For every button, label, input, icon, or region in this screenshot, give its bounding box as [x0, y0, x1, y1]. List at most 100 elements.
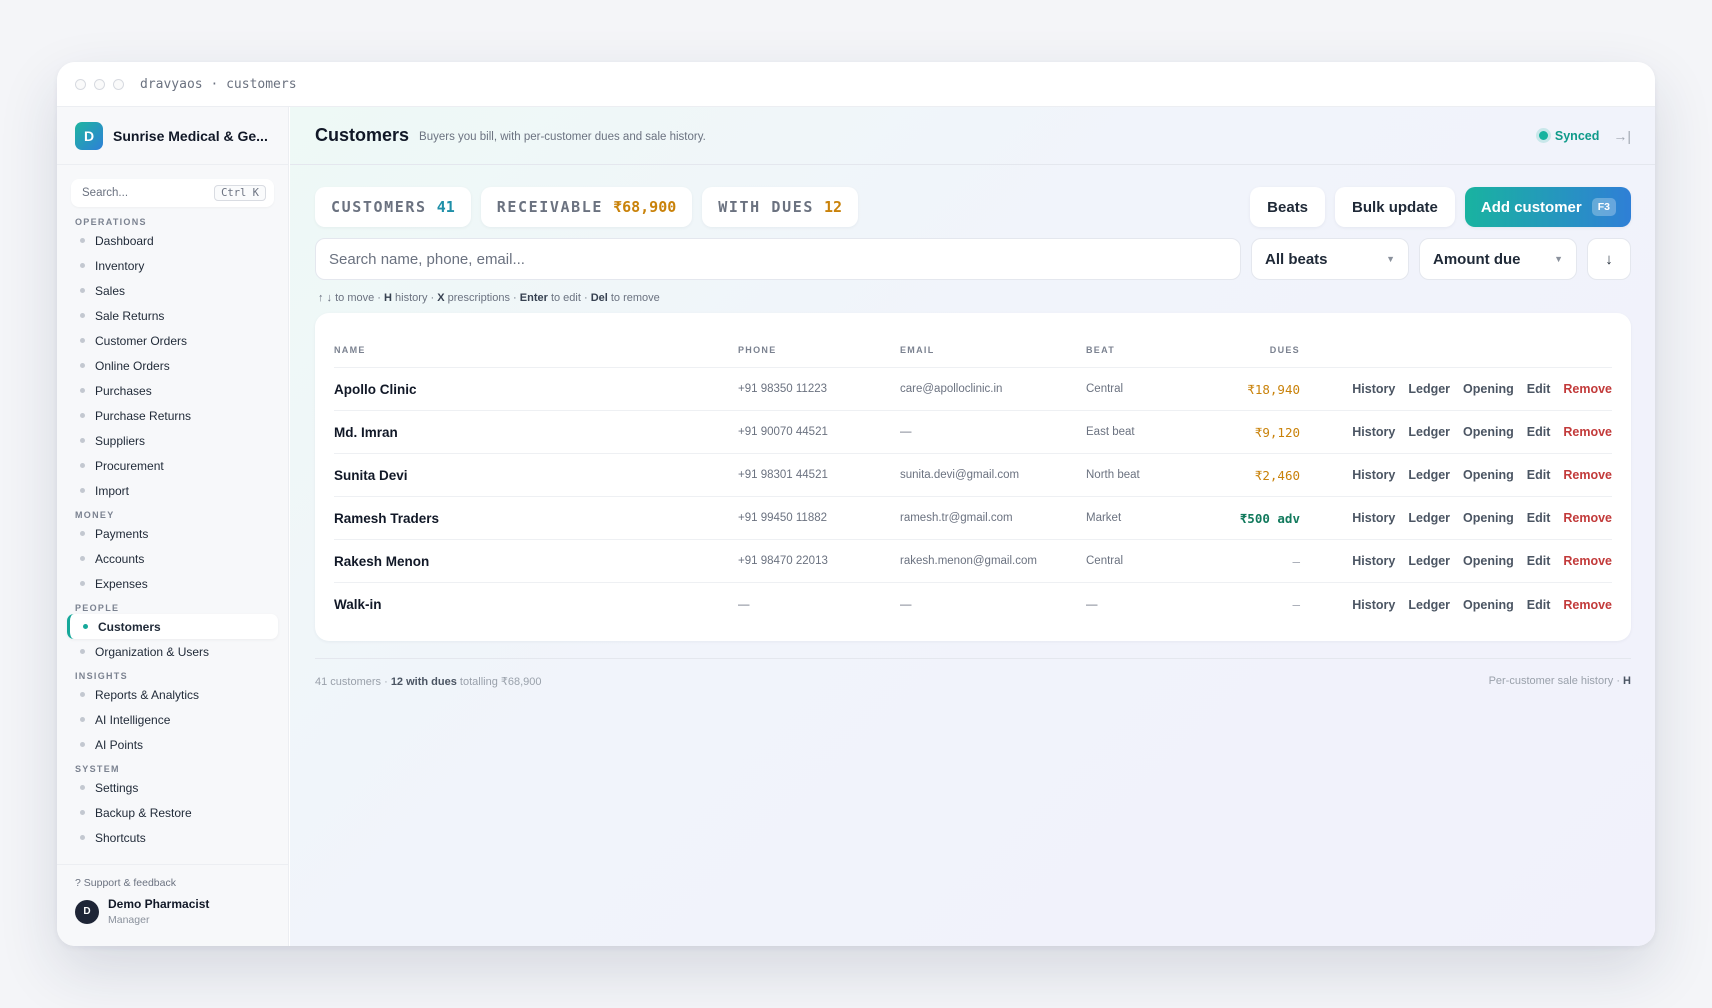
edit-action-button[interactable]: Edit — [1527, 511, 1551, 525]
ledger-action-button[interactable]: Ledger — [1408, 554, 1450, 568]
sync-status: Synced — [1538, 129, 1599, 143]
sidebar-item-label: Online Orders — [95, 358, 170, 373]
sidebar-item-purchases[interactable]: Purchases — [57, 378, 288, 403]
sidebar-item-online-orders[interactable]: Online Orders — [57, 353, 288, 378]
sidebar-item-backup-restore[interactable]: Backup & Restore — [57, 800, 288, 825]
sidebar-item-settings[interactable]: Settings — [57, 775, 288, 800]
opening-action-button[interactable]: Opening — [1463, 511, 1514, 525]
table-row[interactable]: Apollo Clinic +91 98350 11223 care@apolloc… — [334, 368, 1612, 411]
edit-action-button[interactable]: Edit — [1527, 425, 1551, 439]
customer-phone: +91 98470 22013 — [738, 555, 828, 567]
window-close-dot[interactable] — [75, 78, 86, 90]
table-row[interactable]: Md. Imran +91 90070 44521 — East beat ₹9,120… — [334, 411, 1612, 454]
history-action-button[interactable]: History — [1352, 382, 1395, 396]
sidebar-item-label: Import — [95, 483, 130, 498]
ledger-action-button[interactable]: Ledger — [1408, 598, 1450, 612]
sidebar-item-customer-orders[interactable]: Customer Orders — [57, 328, 288, 353]
remove-action-button[interactable]: Remove — [1563, 468, 1612, 482]
sidebar-item-sale-returns[interactable]: Sale Returns — [57, 303, 288, 328]
sidebar-search[interactable]: Search... Ctrl K — [71, 179, 274, 207]
table-row[interactable]: Rakesh Menon +91 98470 22013 rakesh.menon@… — [334, 540, 1612, 583]
sidebar-item-label: Customer Orders — [95, 333, 188, 348]
bullet-icon — [80, 835, 85, 840]
caret-down-icon: ▼ — [1554, 254, 1563, 264]
sort-direction-button[interactable]: ↓ — [1587, 238, 1631, 280]
sidebar-item-purchase-returns[interactable]: Purchase Returns — [57, 403, 288, 428]
user-meta: Demo Pharmacist Manager — [108, 897, 209, 926]
footer-summary: 41 customers · 12 with dues totalling ₹6… — [315, 675, 542, 688]
sidebar-item-label: Suppliers — [95, 433, 146, 448]
sidebar-item-shortcuts[interactable]: Shortcuts — [57, 825, 288, 850]
beat-filter-value: All beats — [1265, 250, 1328, 268]
remove-action-button[interactable]: Remove — [1563, 511, 1612, 525]
sidebar-item-expenses[interactable]: Expenses — [57, 571, 288, 596]
support-link[interactable]: ? Support & feedback — [75, 877, 270, 889]
bulk-update-button[interactable]: Bulk update — [1335, 187, 1455, 227]
beat-filter-select[interactable]: All beats ▼ — [1251, 238, 1409, 280]
sidebar-item-organization-users[interactable]: Organization & Users — [57, 639, 288, 664]
sort-select[interactable]: Amount due ▼ — [1419, 238, 1577, 280]
sidebar-item-reports[interactable]: Reports & Analytics — [57, 682, 288, 707]
remove-action-button[interactable]: Remove — [1563, 382, 1612, 396]
sidebar-item-ai-intelligence[interactable]: AI Intelligence — [57, 707, 288, 732]
opening-action-button[interactable]: Opening — [1463, 554, 1514, 568]
ledger-action-button[interactable]: Ledger — [1408, 511, 1450, 525]
sidebar-footer: ? Support & feedback D Demo Pharmacist M… — [57, 864, 288, 946]
sidebar-item-suppliers[interactable]: Suppliers — [57, 428, 288, 453]
table-row[interactable]: Sunita Devi +91 98301 44521 sunita.devi@gm… — [334, 454, 1612, 497]
column-header-email[interactable]: EMAIL — [900, 345, 1086, 355]
row-actions: History Ledger Opening Edit Remove — [1300, 511, 1612, 525]
sidebar-item-customers[interactable]: Customers — [67, 614, 278, 639]
remove-action-button[interactable]: Remove — [1563, 598, 1612, 612]
history-action-button[interactable]: History — [1352, 598, 1395, 612]
beats-button[interactable]: Beats — [1250, 187, 1326, 227]
history-action-button[interactable]: History — [1352, 554, 1395, 568]
sidebar-item-procurement[interactable]: Procurement — [57, 453, 288, 478]
sidebar-item-label: Expenses — [95, 576, 148, 591]
stat-value: ₹68,900 — [613, 198, 677, 216]
opening-action-button[interactable]: Opening — [1463, 425, 1514, 439]
table-row[interactable]: Ramesh Traders +91 99450 11882 ramesh.tr@g… — [334, 497, 1612, 540]
edit-action-button[interactable]: Edit — [1527, 382, 1551, 396]
user-profile[interactable]: D Demo Pharmacist Manager — [75, 897, 270, 926]
exit-icon[interactable]: →| — [1613, 128, 1631, 144]
remove-action-button[interactable]: Remove — [1563, 554, 1612, 568]
add-customer-button[interactable]: Add customer F3 — [1464, 187, 1631, 227]
opening-action-button[interactable]: Opening — [1463, 382, 1514, 396]
ledger-action-button[interactable]: Ledger — [1408, 425, 1450, 439]
edit-action-button[interactable]: Edit — [1527, 468, 1551, 482]
customer-phone: +91 98301 44521 — [738, 469, 828, 481]
column-header-phone[interactable]: PHONE — [738, 345, 900, 355]
window-minimize-dot[interactable] — [94, 78, 105, 90]
sidebar-item-payments[interactable]: Payments — [57, 521, 288, 546]
sidebar-item-import[interactable]: Import — [57, 478, 288, 503]
history-action-button[interactable]: History — [1352, 468, 1395, 482]
stat-customers: CUSTOMERS 41 — [315, 187, 471, 227]
sidebar-item-sales[interactable]: Sales — [57, 278, 288, 303]
table-row[interactable]: Walk-in — — — — History Ledger Opening Edit Remov… — [334, 583, 1612, 626]
column-header-name[interactable]: NAME — [334, 345, 738, 355]
opening-action-button[interactable]: Opening — [1463, 468, 1514, 482]
edit-action-button[interactable]: Edit — [1527, 554, 1551, 568]
brand[interactable]: D Sunrise Medical & Ge... — [57, 107, 288, 165]
history-action-button[interactable]: History — [1352, 425, 1395, 439]
sidebar-item-ai-points[interactable]: AI Points — [57, 732, 288, 757]
customer-search-input[interactable]: Search name, phone, email... — [315, 238, 1241, 280]
window-maximize-dot[interactable] — [113, 78, 124, 90]
ledger-action-button[interactable]: Ledger — [1408, 382, 1450, 396]
table-header: NAME PHONE EMAIL BEAT DUES — [334, 313, 1612, 368]
history-action-button[interactable]: History — [1352, 511, 1395, 525]
keyboard-hint: ↑ ↓ to move · H history · X prescription… — [318, 292, 660, 304]
sidebar-item-accounts[interactable]: Accounts — [57, 546, 288, 571]
edit-action-button[interactable]: Edit — [1527, 598, 1551, 612]
bullet-icon — [80, 717, 85, 722]
nav-section-money: MONEY — [75, 510, 115, 520]
sidebar-item-label: Backup & Restore — [95, 805, 192, 820]
column-header-dues[interactable]: DUES — [1196, 345, 1300, 355]
sidebar-item-inventory[interactable]: Inventory — [57, 253, 288, 278]
column-header-beat[interactable]: BEAT — [1086, 345, 1196, 355]
ledger-action-button[interactable]: Ledger — [1408, 468, 1450, 482]
sidebar-item-dashboard[interactable]: Dashboard — [57, 228, 288, 253]
remove-action-button[interactable]: Remove — [1563, 425, 1612, 439]
opening-action-button[interactable]: Opening — [1463, 598, 1514, 612]
